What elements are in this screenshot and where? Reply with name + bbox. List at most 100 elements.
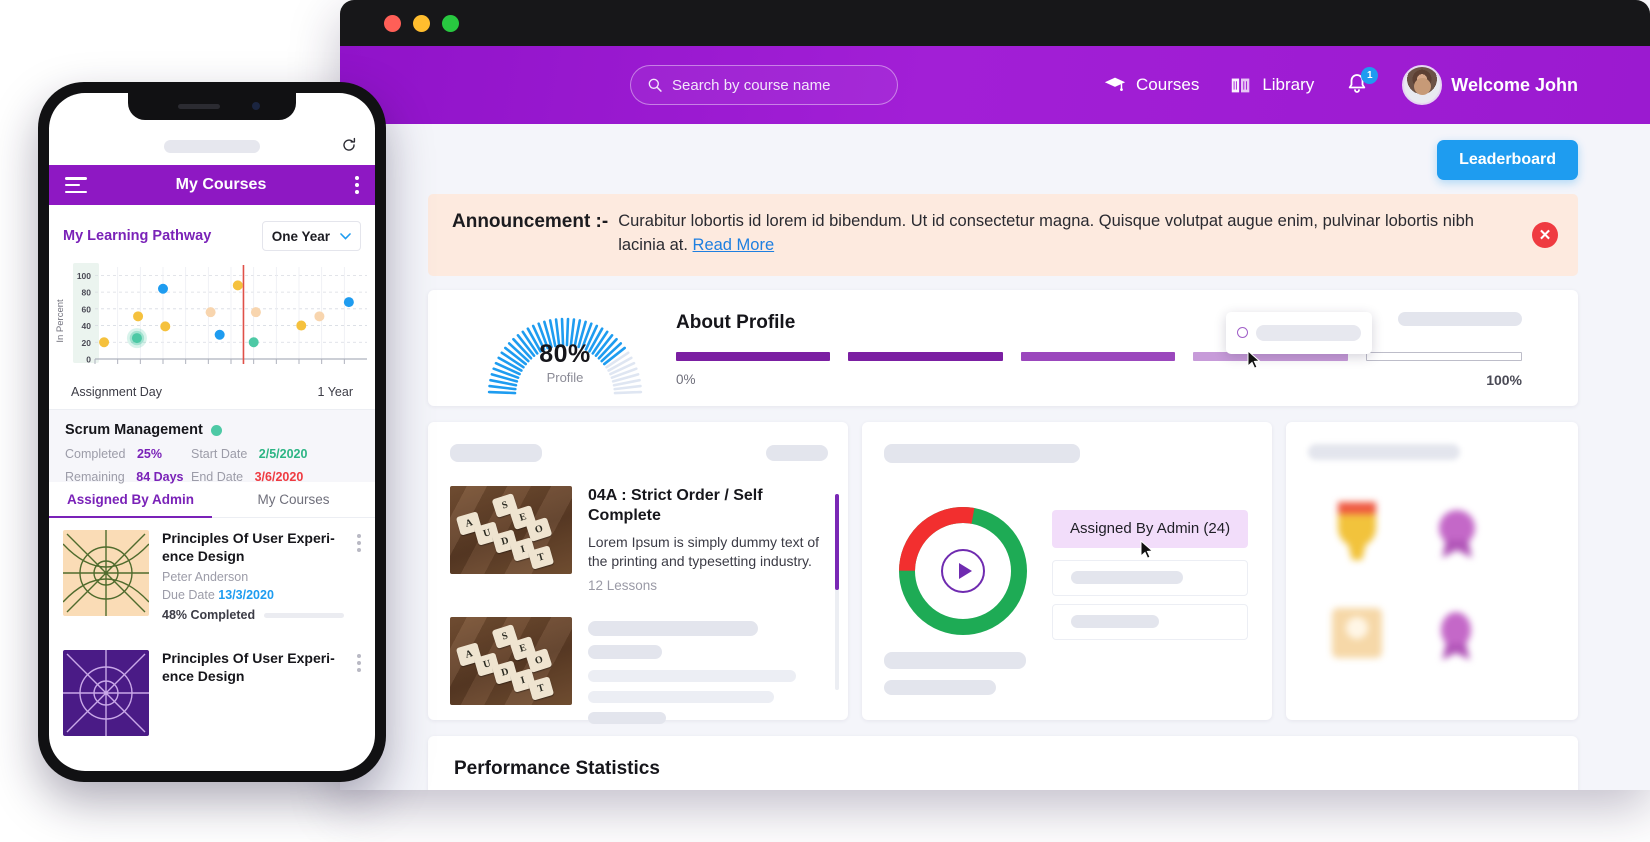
welcome-text: Welcome John: [1451, 74, 1578, 95]
search-input[interactable]: Search by course name: [630, 65, 898, 105]
assigned-row[interactable]: [1052, 603, 1248, 640]
maximize-window-button[interactable]: [442, 14, 459, 32]
skeleton-placeholder: [588, 669, 796, 682]
skeleton-placeholder: [884, 679, 996, 695]
ribbon-badge-icon: [1441, 611, 1471, 660]
segment-bar[interactable]: [1020, 351, 1176, 361]
course-lesson-count: 12 Lessons: [588, 577, 658, 593]
course-description: Lorem Ipsum is simply dummy text of the …: [588, 533, 820, 569]
book-icon: [1232, 78, 1250, 93]
tooltip-bullet-icon: [1237, 327, 1248, 339]
skeleton-placeholder: [766, 444, 828, 461]
due-value: 13/3/2020: [218, 588, 274, 602]
badges-card: [1286, 421, 1578, 720]
x-axis-end-label: 1 Year: [317, 385, 353, 399]
scrollbar[interactable]: [835, 493, 839, 690]
item-author: Peter Anderson: [162, 570, 249, 584]
phone-header: My Courses: [49, 165, 375, 205]
phone-tabs: Assigned By Admin My Courses: [49, 482, 375, 518]
summary-row: Completed 25% Start Date 2/5/2020: [65, 447, 359, 461]
skeleton-placeholder: [884, 651, 1026, 669]
profile-segment-bars: [676, 351, 1523, 361]
course-thumbnail: [63, 530, 149, 616]
skeleton-placeholder: [1308, 443, 1460, 460]
skeleton-placeholder: [588, 711, 666, 724]
summary-course-label: Scrum Management: [65, 422, 203, 438]
phone-title: My Courses: [175, 176, 267, 193]
tab-assigned-by-admin[interactable]: Assigned By Admin: [49, 482, 212, 518]
mouse-cursor: [1247, 349, 1261, 369]
gauge-value: 80%: [539, 339, 591, 368]
summary-cell: Start Date 2/5/2020: [191, 447, 307, 461]
course-list-item[interactable]: S E O A U D I T: [450, 616, 828, 724]
course-thumbnail: S E O A U D I T: [450, 616, 572, 705]
segment-bar[interactable]: [676, 351, 831, 361]
app-header: Search by course name Courses Library 1 …: [340, 46, 1650, 124]
donut-chart: [892, 500, 1034, 642]
course-thumbnail: S E O A U D I T: [450, 485, 572, 574]
skeleton-placeholder: [588, 620, 758, 636]
segment-bar[interactable]: [848, 351, 1003, 361]
close-icon[interactable]: ✕: [1532, 221, 1558, 248]
svg-text:80: 80: [82, 288, 92, 298]
announcement-text: Curabitur lobortis id lorem id bibendum.…: [618, 210, 1518, 258]
nav-library[interactable]: Library: [1229, 74, 1314, 96]
hamburger-icon[interactable]: [65, 177, 87, 193]
svg-text:60: 60: [82, 304, 92, 314]
skeleton-placeholder: [164, 139, 260, 153]
list-item[interactable]: Principles Of User Experi-ence Design Pe…: [49, 518, 375, 622]
nav-library-label: Library: [1262, 75, 1315, 94]
skeleton-placeholder: [1071, 615, 1159, 629]
page-body: Leaderboard Announcement :- Curabitur lo…: [340, 124, 1650, 790]
course-list-item[interactable]: S E O A U D I T 04A : Strict Order / Sel…: [450, 485, 828, 593]
header-nav: Courses Library 1 Welcome John: [1103, 46, 1578, 124]
tab-my-courses[interactable]: My Courses: [212, 482, 375, 517]
more-vertical-icon[interactable]: [357, 530, 361, 622]
about-profile-title: About Profile: [676, 311, 796, 333]
notifications-button[interactable]: 1: [1344, 67, 1379, 99]
assigned-row[interactable]: [1052, 559, 1248, 596]
read-more-link[interactable]: Read More: [693, 236, 775, 254]
play-icon[interactable]: [941, 548, 985, 593]
close-window-button[interactable]: [384, 14, 401, 32]
geometry-pattern-icon: [63, 530, 149, 616]
svg-text:In Percent: In Percent: [55, 299, 66, 343]
phone-mockup: My Courses My Learning Pathway One Year …: [38, 82, 386, 782]
skeleton-placeholder: [588, 644, 662, 659]
summary-key: Completed: [65, 447, 126, 461]
leaderboard-button[interactable]: Leaderboard: [1437, 140, 1578, 180]
user-profile[interactable]: Welcome John: [1402, 65, 1578, 105]
certificate-badge-icon: [1332, 607, 1382, 658]
cards-row: S E O A U D I T 04A : Strict Order / Sel…: [428, 421, 1578, 724]
skeleton-placeholder: [1071, 571, 1183, 585]
course-summary: Scrum Management Completed 25% Start Dat…: [49, 410, 375, 484]
profile-card: 80% Profile About Profile 0% 100%: [428, 289, 1578, 406]
skeleton-placeholder: [884, 443, 1080, 463]
performance-statistics-card: Performance Statistics: [428, 735, 1578, 790]
list-item[interactable]: Principles Of User Experi-ence Design: [49, 638, 375, 736]
nav-courses[interactable]: Courses: [1103, 74, 1199, 96]
browser-window: Search by course name Courses Library 1 …: [340, 0, 1650, 790]
progress-min-label: 0%: [676, 371, 696, 387]
summary-value: 2/5/2020: [258, 447, 308, 461]
item-due-date: Due Date 13/3/2020: [162, 588, 344, 602]
segment-bar[interactable]: [1365, 351, 1523, 361]
award-badge-icon: [1439, 509, 1475, 558]
more-vertical-icon[interactable]: [357, 650, 361, 736]
course-thumbnail: [63, 650, 149, 736]
avatar: [1402, 65, 1443, 105]
skeleton-placeholder: [588, 690, 774, 703]
period-select[interactable]: One Year: [261, 221, 361, 251]
skeleton-placeholder: [1398, 311, 1522, 326]
skeleton-placeholder: [1256, 324, 1361, 341]
refresh-icon[interactable]: [341, 137, 357, 153]
segment-tooltip: [1226, 311, 1372, 354]
scatter-plot-svg: 0 20 40 60 80 100 In Percent: [55, 263, 367, 365]
search-placeholder: Search by course name: [672, 76, 831, 94]
mouse-cursor: [1140, 539, 1154, 559]
more-vertical-icon[interactable]: [355, 176, 359, 194]
phone-address-bar[interactable]: [49, 131, 375, 161]
minimize-window-button[interactable]: [413, 14, 430, 32]
svg-text:100: 100: [77, 271, 91, 281]
x-axis-start-label: Assignment Day: [71, 385, 163, 399]
